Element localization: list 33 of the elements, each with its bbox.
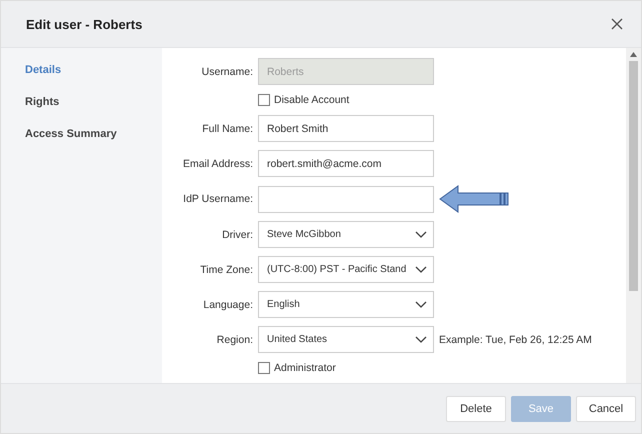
example-text: Example: Tue, Feb 26, 12:25 AM [439,334,593,346]
dropdown[interactable]: (UTC-8:00) PST - Pacific Stand [258,256,434,283]
checkbox[interactable] [258,362,270,374]
field-label: IdP Username: [182,193,253,205]
footer-button[interactable]: Cancel [576,396,636,422]
sidebar-tab[interactable]: Access Summary [25,128,162,140]
checkbox[interactable] [258,94,270,106]
checkbox-label: Administrator [274,362,336,374]
text-field[interactable]: robert.smith@acme.com [258,150,434,177]
checkbox-label: Disable Account [274,94,350,106]
field-label: Username: [200,66,253,78]
field-label: Full Name: [201,122,253,134]
sidebar-tab[interactable]: Details [25,64,162,76]
dropdown[interactable]: English [258,291,434,318]
chevron-down-icon [415,336,427,344]
field-label: Time Zone: [199,264,253,276]
field-label: Driver: [221,228,253,240]
scroll-up-icon[interactable] [630,52,637,57]
field-label: Language: [202,298,253,310]
dialog-title: Edit user - Roberts [26,16,142,32]
sidebar-tab[interactable]: Rights [25,96,162,108]
close-button[interactable] [609,16,625,32]
dropdown[interactable]: United States [258,326,434,353]
chevron-down-icon [415,230,427,238]
field-label: Region: [216,334,253,346]
field-label: Email Address: [182,158,253,170]
text-field[interactable]: Robert Smith [258,115,434,142]
scrollbar[interactable] [626,48,641,383]
footer-button[interactable]: Delete [446,396,506,422]
text-field[interactable] [258,186,434,212]
chevron-down-icon [415,266,427,274]
dropdown[interactable]: Steve McGibbon [258,221,434,248]
chevron-down-icon [415,300,427,308]
